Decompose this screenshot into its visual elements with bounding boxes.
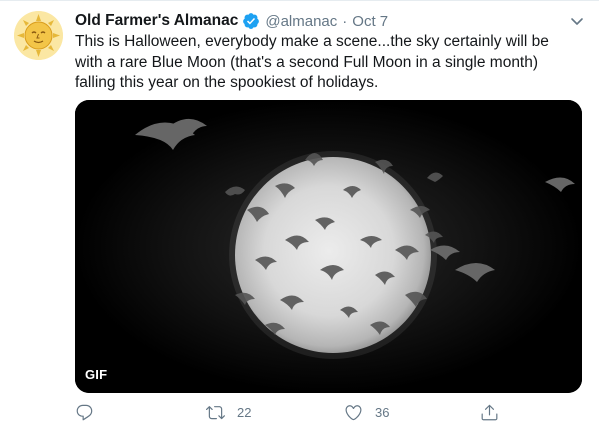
tweet-card[interactable]: Old Farmer's Almanac @almanac · Oct 7 Th… bbox=[0, 0, 599, 435]
sun-face-icon bbox=[14, 11, 63, 60]
retweet-button[interactable]: 22 bbox=[206, 401, 251, 423]
share-button[interactable] bbox=[480, 401, 511, 423]
verified-badge-icon bbox=[242, 12, 260, 30]
tweet-header: Old Farmer's Almanac @almanac · Oct 7 bbox=[75, 11, 388, 31]
like-count: 36 bbox=[375, 404, 390, 420]
chevron-down-icon bbox=[571, 18, 583, 25]
tweet-media-gif[interactable]: GIF bbox=[75, 100, 582, 393]
reply-icon bbox=[76, 404, 93, 420]
share-icon bbox=[481, 404, 498, 420]
avatar[interactable] bbox=[14, 11, 63, 60]
moon-with-bats-gif bbox=[75, 100, 582, 393]
author-name[interactable]: Old Farmer's Almanac bbox=[75, 12, 238, 30]
like-button[interactable]: 36 bbox=[344, 401, 389, 423]
author-handle[interactable]: @almanac bbox=[265, 13, 337, 30]
reply-button[interactable] bbox=[75, 401, 106, 423]
gif-badge: GIF bbox=[85, 367, 108, 382]
more-options-button[interactable] bbox=[567, 11, 587, 31]
tweet-actions: 22 36 bbox=[75, 401, 505, 423]
retweet-icon bbox=[206, 405, 225, 419]
heart-icon bbox=[345, 404, 362, 420]
tweet-text: This is Halloween, everybody make a scen… bbox=[75, 33, 549, 91]
tweet-date[interactable]: Oct 7 bbox=[352, 13, 388, 30]
retweet-count: 22 bbox=[237, 404, 252, 420]
separator-dot: · bbox=[342, 12, 348, 30]
